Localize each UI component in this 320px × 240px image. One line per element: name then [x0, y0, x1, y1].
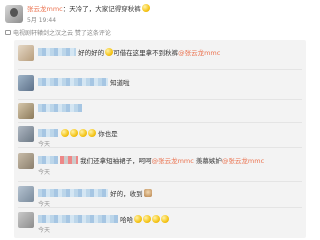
- divider: [18, 181, 302, 182]
- mention-link[interactable]: @张云龙mmc: [222, 157, 264, 165]
- laugh-emoji-icon: [161, 215, 170, 223]
- post-content-line: 张云龙mmc：天冷了，大家记得穿秋裤: [27, 3, 150, 13]
- bear-emoji-icon: [143, 189, 152, 197]
- commenter-avatar[interactable]: [18, 186, 34, 202]
- comment-text: 你也是: [98, 130, 118, 138]
- laugh-emoji-icon: [79, 129, 88, 137]
- blurred-username: [38, 156, 58, 164]
- comment-item: 哈哈 今天: [14, 210, 306, 236]
- poster-avatar[interactable]: [5, 5, 23, 23]
- comment-time: 今天: [38, 169, 51, 176]
- comment-item: 知道啦: [14, 72, 306, 98]
- smile-emoji-icon: [105, 48, 114, 56]
- blurred-username: [38, 78, 108, 86]
- comment-text: 哈哈: [120, 216, 134, 224]
- divider: [18, 207, 302, 208]
- liked-by-line: 电视剧轩辕剑之汉之云 赞了这条评论: [5, 28, 111, 37]
- comment-text: 好的，收到: [110, 190, 143, 198]
- blurred-username: [38, 189, 108, 197]
- comment-time: 今天: [38, 227, 51, 234]
- blurred-username: [38, 104, 82, 112]
- comment-item: 好的，收到 今天: [14, 184, 306, 208]
- divider: [18, 69, 302, 70]
- divider: [18, 99, 302, 100]
- smile-emoji-icon: [141, 4, 150, 12]
- comment-item: 好的好的 可借在这里拿不到秋裤@张云龙mmc: [14, 43, 306, 69]
- blurred-username: [38, 215, 118, 223]
- comment-item: [14, 102, 306, 122]
- divider: [18, 147, 302, 148]
- commenter-avatar[interactable]: [18, 126, 34, 142]
- divider: [18, 122, 302, 123]
- comment-text: 知道啦: [110, 79, 130, 87]
- laugh-emoji-icon: [61, 129, 70, 137]
- post-text: 天冷了，大家记得穿秋裤: [69, 5, 141, 13]
- blurred-username: [38, 129, 58, 137]
- laugh-emoji-icon: [70, 129, 79, 137]
- comment-text-after: 羡慕嫉妒: [195, 157, 222, 165]
- laugh-emoji-icon: [88, 129, 97, 137]
- comment-item: 你也是 今天: [14, 125, 306, 148]
- comment-text-mid: 可借在这里拿不到秋裤: [113, 49, 179, 57]
- liked-by-text: 电视剧轩辕剑之汉之云 赞了这条评论: [13, 30, 111, 37]
- blurred-badge: [60, 156, 78, 164]
- commenter-avatar[interactable]: [18, 153, 34, 169]
- poster-username[interactable]: 张云龙mmc: [27, 5, 63, 13]
- blurred-username: [38, 48, 76, 56]
- commenter-avatar[interactable]: [18, 45, 34, 61]
- commenter-avatar[interactable]: [18, 212, 34, 228]
- comment-list: 好的好的 可借在这里拿不到秋裤@张云龙mmc 知道啦 你也是 今天 我们还拿短袖…: [14, 40, 306, 238]
- tv-icon: [5, 30, 11, 35]
- commenter-avatar[interactable]: [18, 75, 34, 91]
- laugh-emoji-icon: [134, 215, 143, 223]
- mention-link[interactable]: @张云龙mmc: [178, 49, 220, 57]
- post-time: 5月 19:44: [27, 17, 57, 24]
- comment-item: 我们还拿短袖裙子，呵呵@张云龙mmc 羡慕嫉妒@张云龙mmc 今天: [14, 150, 306, 180]
- laugh-emoji-icon: [143, 215, 152, 223]
- comment-text: 好的好的: [78, 49, 105, 57]
- commenter-avatar[interactable]: [18, 103, 34, 119]
- comment-text: 我们还拿短袖裙子，呵呵: [80, 157, 152, 165]
- laugh-emoji-icon: [152, 215, 161, 223]
- mention-link[interactable]: @张云龙mmc: [152, 157, 194, 165]
